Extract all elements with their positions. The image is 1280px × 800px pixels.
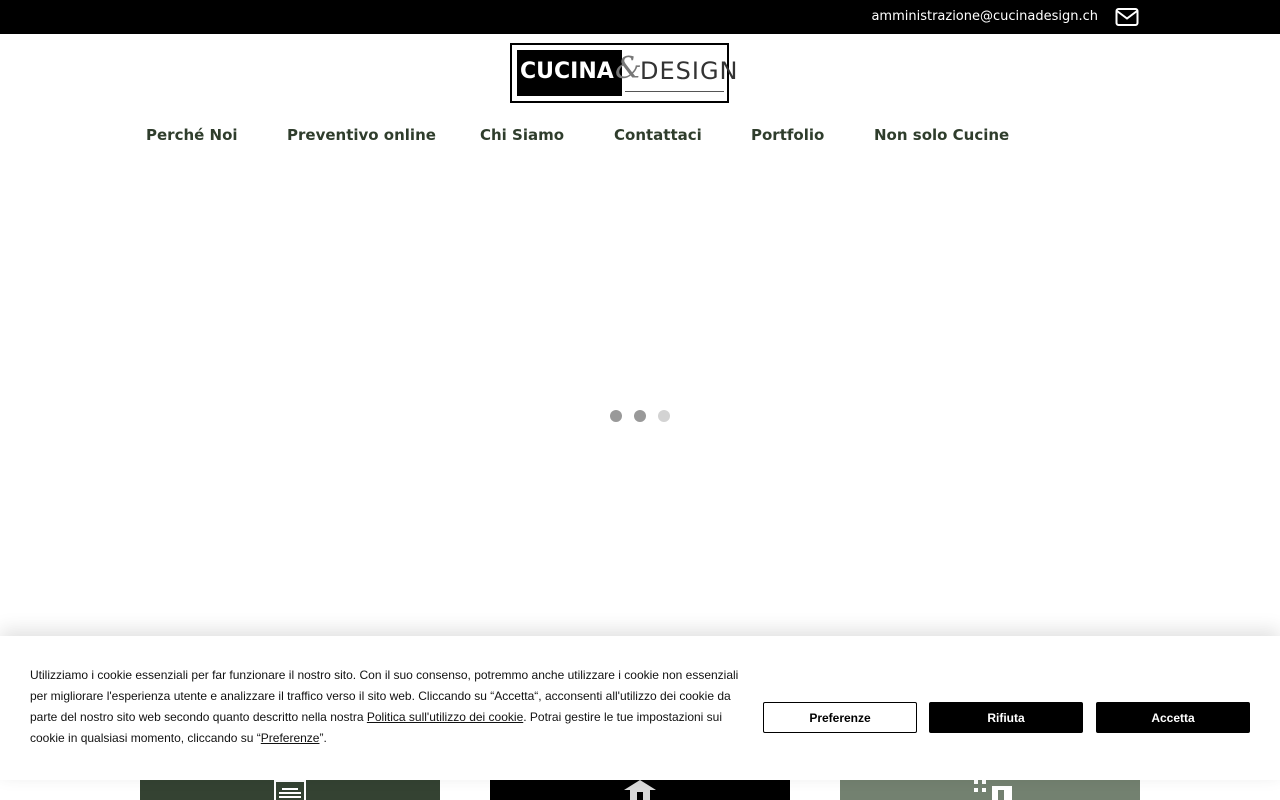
service-tile-2[interactable]: [490, 780, 790, 800]
nav-item-non-solo-cucine[interactable]: Non solo Cucine: [874, 126, 1009, 144]
logo-underline: [625, 91, 724, 92]
house-icon: [624, 780, 656, 800]
slider-dot-1[interactable]: [610, 410, 622, 422]
contact-email-link[interactable]: amministrazione@cucinadesign.ch: [871, 9, 1098, 24]
logo-word-design: DESIGN: [640, 57, 739, 85]
nav-item-contattaci[interactable]: Contattaci: [614, 126, 702, 144]
service-tile-3[interactable]: [840, 780, 1140, 800]
document-icon: [274, 780, 306, 800]
nav-item-chi-siamo[interactable]: Chi Siamo: [480, 126, 564, 144]
cookie-preferences-button[interactable]: Preferenze: [763, 702, 917, 733]
slider-dot-3[interactable]: [658, 410, 670, 422]
building-icon: [974, 780, 1012, 800]
top-bar: amministrazione@cucinadesign.ch: [0, 0, 1280, 34]
cookie-preferences-link[interactable]: Preferenze: [261, 731, 320, 745]
cookie-reject-button[interactable]: Rifiuta: [929, 702, 1083, 733]
service-tile-1[interactable]: [140, 780, 440, 800]
main-navigation: Perché Noi Preventivo online Chi Siamo C…: [0, 126, 1280, 150]
nav-item-preventivo-online[interactable]: Preventivo online: [287, 126, 436, 144]
nav-item-portfolio[interactable]: Portfolio: [751, 126, 824, 144]
cookie-consent-text: Utilizziamo i cookie essenziali per far …: [30, 665, 750, 749]
logo-ampersand: &: [615, 51, 642, 86]
site-logo[interactable]: CUCINA & DESIGN: [510, 43, 738, 103]
cookie-accept-button[interactable]: Accetta: [1096, 702, 1250, 733]
envelope-icon[interactable]: [1115, 6, 1139, 28]
cookie-banner: Utilizziamo i cookie essenziali per far …: [0, 636, 1280, 780]
cookie-policy-link[interactable]: Politica sull'utilizzo dei cookie: [367, 710, 523, 724]
logo-word-cucina: CUCINA: [520, 59, 614, 84]
slider-pagination: [609, 410, 671, 422]
cookie-text-part-3: ”.: [319, 731, 327, 745]
slider-dot-2[interactable]: [634, 410, 646, 422]
nav-item-perche-noi[interactable]: Perché Noi: [146, 126, 238, 144]
